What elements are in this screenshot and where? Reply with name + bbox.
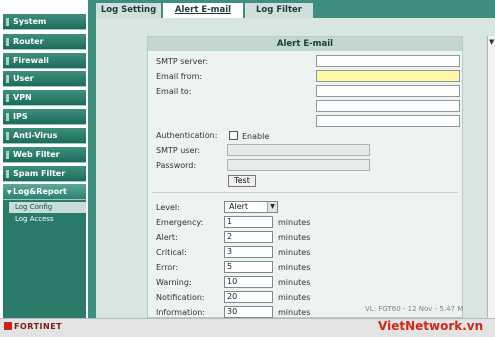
threshold-label: Information: <box>156 308 206 317</box>
sidebar-item-user[interactable]: User <box>3 71 86 87</box>
password-label: Password: <box>156 161 197 170</box>
sidebar-item-log-report[interactable]: ▼Log&Report <box>3 184 86 200</box>
logo-text: FORTINET <box>14 322 63 331</box>
chevron-down-icon: ▼ <box>267 202 277 212</box>
smtp-server-input[interactable] <box>316 55 460 67</box>
log-report-submenu: Log Config Log Access <box>3 200 86 318</box>
tab-bar: Log Setting Alert E-mail Log Filter <box>88 3 495 18</box>
scroll-up-icon[interactable]: ▼ <box>489 38 494 46</box>
level-label: Level: <box>156 203 180 212</box>
email-from-label: Email from: <box>156 72 203 81</box>
sidebar-item-label: Web Filter <box>13 150 60 159</box>
alert-minutes-input[interactable]: 2 <box>224 231 273 243</box>
sidebar-item-label: IPS <box>13 112 28 121</box>
sidebar-item-system[interactable]: System <box>3 14 86 30</box>
level-select-value: Alert <box>229 202 249 211</box>
sidebar-item-label: Log&Report <box>13 187 67 196</box>
unit-label: minutes <box>278 278 311 287</box>
logo-mark-icon <box>4 322 12 330</box>
alert-email-panel: Alert E-mail SMTP server: Email from: Em… <box>147 36 463 318</box>
authentication-label: Authentication: <box>156 131 218 140</box>
level-select[interactable]: Alert ▼ <box>224 201 278 213</box>
fortinet-logo: FORTINET <box>4 322 62 331</box>
threshold-label: Alert: <box>156 233 178 242</box>
vertical-scrollbar[interactable] <box>487 36 495 318</box>
unit-label: minutes <box>278 218 311 227</box>
tab-alert-email[interactable]: Alert E-mail <box>163 3 243 18</box>
sidebar-item-label: System <box>13 17 47 26</box>
divider <box>152 192 458 193</box>
watermark: VietNetwork.vn <box>378 319 484 333</box>
threshold-label: Critical: <box>156 248 187 257</box>
threshold-label: Error: <box>156 263 179 272</box>
unit-label: minutes <box>278 308 311 317</box>
sidebar-item-vpn[interactable]: VPN <box>3 90 86 106</box>
sidebar-item-label: Spam Filter <box>13 169 66 178</box>
smtp-server-label: SMTP server: <box>156 57 209 66</box>
enable-label: Enable <box>242 132 270 141</box>
unit-label: minutes <box>278 263 311 272</box>
password-input[interactable] <box>227 159 370 171</box>
unit-label: minutes <box>278 248 311 257</box>
threshold-label: Emergency: <box>156 218 204 227</box>
authentication-enable-checkbox[interactable] <box>229 131 238 140</box>
sidebar-item-anti-virus[interactable]: Anti-Virus <box>3 128 86 144</box>
tab-log-setting[interactable]: Log Setting <box>96 3 161 18</box>
threshold-label: Notification: <box>156 293 205 302</box>
smtp-user-label: SMTP user: <box>156 146 201 155</box>
sidebar-item-ips[interactable]: IPS <box>3 109 86 125</box>
sidebar-item-label: VPN <box>13 93 32 102</box>
email-to-input-3[interactable] <box>316 115 460 127</box>
email-to-input-2[interactable] <box>316 100 460 112</box>
critical-minutes-input[interactable]: 3 <box>224 246 273 258</box>
warning-minutes-input[interactable]: 10 <box>224 276 273 288</box>
test-button[interactable]: Test <box>228 175 256 187</box>
emergency-minutes-input[interactable]: 1 <box>224 216 273 228</box>
sidebar-item-label: Router <box>13 37 44 46</box>
submenu-item-log-config[interactable]: Log Config <box>9 202 86 213</box>
sidebar-item-firewall[interactable]: Firewall <box>3 53 86 69</box>
sidebar-item-label: User <box>13 74 34 83</box>
smtp-user-input[interactable] <box>227 144 370 156</box>
sidebar-item-web-filter[interactable]: Web Filter <box>3 147 86 163</box>
sidebar-item-spam-filter[interactable]: Spam Filter <box>3 166 86 182</box>
error-minutes-input[interactable]: 5 <box>224 261 273 273</box>
tab-log-filter[interactable]: Log Filter <box>245 3 313 18</box>
footer-info: VL: FGT60 - 12 Nov - 5.47 M <box>365 305 464 313</box>
sidebar: System Router Firewall User VPN IPS Anti… <box>0 0 88 318</box>
unit-label: minutes <box>278 233 311 242</box>
threshold-label: Warning: <box>156 278 192 287</box>
submenu-item-log-access[interactable]: Log Access <box>9 214 86 225</box>
email-to-input-1[interactable] <box>316 85 460 97</box>
information-minutes-input[interactable]: 30 <box>224 306 273 318</box>
email-from-input[interactable] <box>316 70 460 82</box>
panel-title: Alert E-mail <box>148 37 462 51</box>
sidebar-item-label: Firewall <box>13 56 49 65</box>
sidebar-item-label: Anti-Virus <box>13 131 58 140</box>
unit-label: minutes <box>278 293 311 302</box>
sidebar-item-router[interactable]: Router <box>3 34 86 50</box>
email-to-label: Email to: <box>156 87 192 96</box>
notification-minutes-input[interactable]: 20 <box>224 291 273 303</box>
